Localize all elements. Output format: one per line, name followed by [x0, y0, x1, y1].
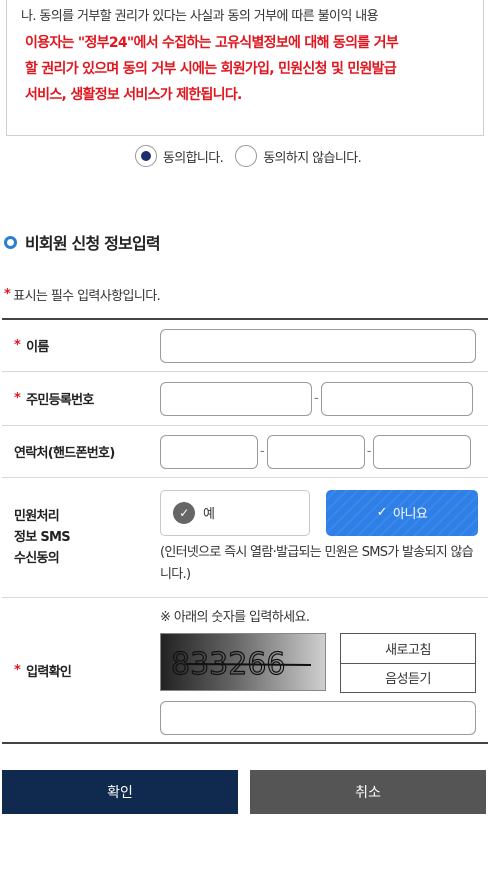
- phone-cell: - -: [160, 426, 488, 477]
- name-label-text: 이름: [26, 340, 49, 355]
- required-star-icon: *: [14, 391, 21, 406]
- sms-note: (인터넷으로 즉시 열람·발급되는 민원은 SMS가 발송되지 않습니다.): [160, 544, 474, 582]
- ring-bullet-icon: [4, 235, 17, 249]
- disagree-label: 동의하지 않습니다.: [263, 150, 362, 166]
- name-row: * 이름: [2, 320, 488, 372]
- captcha-label: * 입력확인: [2, 598, 160, 742]
- sms-row: 민원처리 정보 SMS 수신동의 ✓ 예 ✓ 아니요 (인터넷으로 즉시 열람·…: [2, 478, 488, 598]
- name-cell: [160, 320, 488, 371]
- section-title: 비회원 신청 정보입력: [4, 230, 161, 254]
- phone-label: 연락처(핸드폰번호): [14, 446, 115, 461]
- captcha-strike-icon: 833266: [170, 646, 312, 682]
- phone-middle-input[interactable]: [266, 434, 365, 469]
- rrn-back-input[interactable]: [320, 381, 473, 416]
- rrn-front-input[interactable]: [160, 381, 312, 416]
- name-input[interactable]: [160, 328, 476, 363]
- captcha-refresh-button[interactable]: 새로고침: [341, 633, 475, 663]
- section-title-text: 비회원 신청 정보입력: [25, 234, 161, 253]
- required-note-text: 표시는 필수 입력사항입니다.: [13, 289, 161, 304]
- consent-radio-group: 동의합니다. 동의하지 않습니다.: [0, 145, 496, 167]
- consent-warning-line: 서비스, 생활정보 서비스가 제한됩니다.: [25, 87, 242, 103]
- disagree-radio[interactable]: [235, 145, 258, 167]
- captcha-area: 833266 새로고침 음성듣기: [160, 632, 476, 693]
- sms-yes-button[interactable]: ✓ 예: [160, 489, 310, 536]
- sms-label: 민원처리 정보 SMS 수신동의: [2, 478, 160, 597]
- captcha-label-text: 입력확인: [26, 664, 72, 680]
- sms-no-label: 아니요: [393, 507, 428, 522]
- consent-box: 나. 동의를 거부할 권리가 있다는 사실과 동의 거부에 따른 불이익 내용 …: [6, 0, 484, 136]
- radio-selected-dot: [140, 151, 151, 161]
- phone-first-input[interactable]: [160, 434, 258, 469]
- rrn-dash: -: [314, 391, 319, 406]
- required-note: * 표시는 필수 입력사항입니다.: [4, 285, 161, 304]
- captcha-note: ※ 아래의 숫자를 입력하세요.: [160, 609, 310, 625]
- captcha-image: 833266: [160, 632, 326, 691]
- agree-radio[interactable]: [134, 145, 157, 167]
- cancel-button[interactable]: 취소: [250, 770, 486, 814]
- check-icon: ✓: [173, 501, 195, 524]
- consent-warning-line: 이용자는 "정부24"에서 수집하는 고유식별정보에 대해 동의를 거부: [25, 35, 399, 51]
- rrn-label-text: 주민등록번호: [26, 393, 94, 408]
- captcha-input[interactable]: [160, 700, 476, 735]
- disagree-radio-option[interactable]: 동의하지 않습니다.: [235, 145, 362, 167]
- required-star-icon: *: [14, 338, 21, 353]
- rrn-row: * 주민등록번호 -: [2, 372, 488, 426]
- sms-label-line: 정보 SMS: [14, 530, 71, 545]
- sms-toggle-group: ✓ 예 ✓ 아니요: [160, 489, 478, 536]
- applicant-form: * 이름 * 주민등록번호 - 연락처(핸드폰번호) - - 민원처리 정보 S…: [2, 318, 488, 744]
- consent-warning-line: 할 권리가 있으며 동의 거부 시에는 회원가입, 민원신청 및 민원발급: [25, 61, 397, 77]
- phone-last-input[interactable]: [373, 434, 472, 469]
- rrn-label: * 주민등록번호: [2, 372, 160, 425]
- sms-label-line: 수신동의: [14, 551, 60, 566]
- agree-radio-option[interactable]: 동의합니다.: [134, 145, 224, 167]
- consent-warning: 이용자는 "정부24"에서 수집하는 고유식별정보에 대해 동의를 거부 할 권…: [25, 30, 471, 108]
- sms-cell: ✓ 예 ✓ 아니요 (인터넷으로 즉시 열람·발급되는 민원은 SMS가 발송되…: [160, 478, 488, 597]
- captcha-cell: ※ 아래의 숫자를 입력하세요. 833266 새로고침 음성듣기: [160, 598, 488, 742]
- rrn-cell: -: [160, 372, 488, 425]
- agree-label: 동의합니다.: [162, 150, 224, 166]
- sms-label-line: 민원처리: [14, 509, 60, 524]
- phone-dash: -: [260, 444, 265, 459]
- sms-no-button[interactable]: ✓ 아니요: [326, 489, 478, 536]
- captcha-buttons: 새로고침 음성듣기: [340, 632, 476, 693]
- captcha-audio-button[interactable]: 음성듣기: [341, 662, 475, 692]
- required-star-icon: *: [14, 662, 21, 678]
- phone-row: 연락처(핸드폰번호) - -: [2, 426, 488, 478]
- required-star-icon: *: [4, 287, 11, 302]
- consent-heading: 나. 동의를 거부할 권리가 있다는 사실과 동의 거부에 따른 불이익 내용: [21, 9, 379, 24]
- captcha-row: * 입력확인 ※ 아래의 숫자를 입력하세요. 833266 새로고침 음성듣기: [2, 598, 488, 744]
- check-icon: ✓: [376, 505, 388, 520]
- name-label: * 이름: [2, 320, 160, 371]
- confirm-button[interactable]: 확인: [2, 770, 238, 814]
- sms-yes-label: 예: [203, 507, 215, 522]
- phone-dash: -: [366, 444, 372, 459]
